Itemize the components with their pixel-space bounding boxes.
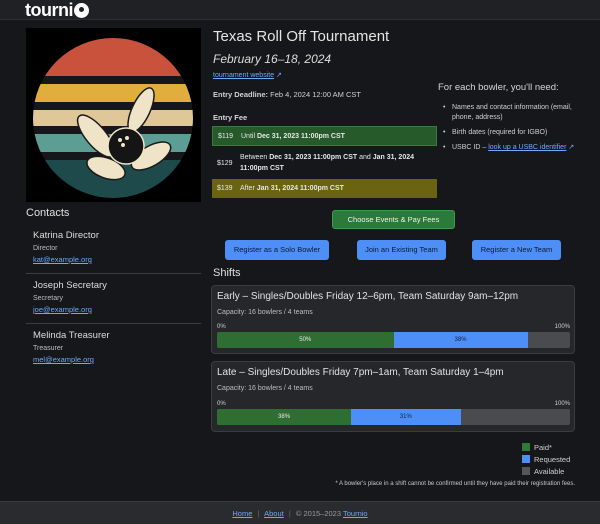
- legend-label: Available: [534, 466, 565, 476]
- shift-name: Early – Singles/Doubles Friday 12–6pm, T…: [217, 291, 519, 302]
- footer-brand-link[interactable]: Tournio: [343, 509, 368, 518]
- shifts-heading: Shifts: [213, 267, 241, 279]
- paid-swatch: [522, 443, 530, 451]
- fee-row-early: $119 Until Dec 31, 2023 11:00pm CST: [212, 126, 437, 146]
- progress-max-label: 100%: [554, 401, 570, 407]
- footer-separator: |: [288, 509, 291, 518]
- bowler-requirements: For each bowler, you'll need: Names and …: [438, 82, 583, 158]
- fee-row-late: $139 After Jan 31, 2024 11:00pm CST: [212, 179, 437, 198]
- brand-logo[interactable]: tourni: [25, 0, 89, 20]
- entry-deadline-label: Entry Deadline:: [213, 90, 269, 99]
- page-footer: Home | About | © 2015–2023 Tournio: [0, 501, 600, 524]
- contact-role: Secretary: [33, 295, 63, 302]
- contact-role: Director: [33, 245, 58, 252]
- footer-about-link[interactable]: About: [264, 509, 284, 518]
- requirements-list: Names and contact information (email, ph…: [438, 103, 583, 153]
- entry-deadline: Entry Deadline: Feb 4, 2024 12:00 AM CST: [213, 90, 361, 99]
- requested-segment: 31%: [351, 409, 461, 425]
- contact-card: Joseph Secretary Secretary joe@example.o…: [26, 280, 201, 314]
- fee-amount: $139: [217, 185, 233, 192]
- paid-segment: 50%: [217, 332, 394, 348]
- tournament-logo: [26, 28, 201, 202]
- external-link-icon: ↗: [568, 144, 575, 151]
- fee-when-prefix: After: [240, 185, 255, 192]
- contacts-heading: Contacts: [26, 207, 70, 219]
- fee-amount: $129: [217, 159, 233, 167]
- fee-when: Jan 31, 2024 11:00pm CST: [256, 185, 344, 192]
- register-solo-button[interactable]: Register as a Solo Bowler: [225, 240, 329, 260]
- contact-name: Joseph Secretary: [33, 280, 107, 291]
- tournament-title: Texas Roll Off Tournament: [213, 28, 390, 45]
- shift-progress-bar: 50% 38%: [217, 332, 570, 348]
- shift-capacity: Capacity: 16 bowlers / 4 teams: [217, 385, 313, 392]
- fee-row-regular: $129 Between Dec 31, 2023 11:00pm CST an…: [212, 148, 437, 178]
- choose-events-button[interactable]: Choose Events & Pay Fees: [332, 210, 455, 229]
- requested-swatch: [522, 455, 530, 463]
- legend-item-available: Available: [522, 465, 570, 477]
- legend-label: Requested: [534, 454, 571, 464]
- divider: [26, 323, 201, 324]
- shift-capacity: Capacity: 16 bowlers / 4 teams: [217, 309, 313, 316]
- fee-when: Dec 31, 2023 11:00pm CST: [269, 154, 358, 161]
- fee-when-prefix: Until: [241, 132, 256, 140]
- shift-legend: Paid* Requested Available: [522, 441, 570, 477]
- list-item: Names and contact information (email, ph…: [438, 103, 583, 123]
- contact-name: Melinda Treasurer: [33, 330, 110, 341]
- legend-label: Paid*: [534, 442, 552, 452]
- shift-card-late: Late – Singles/Doubles Friday 7pm–1am, T…: [211, 361, 575, 432]
- available-swatch: [522, 467, 530, 475]
- top-navbar: tourni: [0, 0, 600, 20]
- join-team-button[interactable]: Join an Existing Team: [357, 240, 446, 260]
- shift-card-early: Early – Singles/Doubles Friday 12–6pm, T…: [211, 285, 575, 354]
- list-item: USBC ID – look up a USBC identifier ↗: [438, 143, 583, 153]
- external-link-icon: ↗: [276, 72, 282, 79]
- requested-segment: 38%: [393, 332, 528, 348]
- requirements-heading: For each bowler, you'll need:: [438, 82, 559, 93]
- list-item: Birth dates (required for IGBO): [438, 128, 583, 138]
- legend-item-paid: Paid*: [522, 441, 570, 453]
- fee-and: and: [359, 154, 371, 161]
- fee-amount: $119: [218, 132, 234, 140]
- fee-when-prefix: Between: [240, 154, 268, 161]
- brand-logo-o-icon: [74, 3, 89, 18]
- progress-min-label: 0%: [217, 324, 226, 330]
- entry-deadline-value: Feb 4, 2024 12:00 AM CST: [270, 90, 361, 99]
- shift-progress-bar: 38% 31%: [217, 409, 570, 425]
- contact-email-link[interactable]: joe@example.org: [26, 305, 201, 314]
- paid-segment: 38%: [217, 409, 352, 425]
- payment-footnote: * A bowler's place in a shift cannot be …: [335, 481, 575, 487]
- contact-name: Katrina Director: [33, 230, 99, 241]
- contact-email-link[interactable]: mel@example.org: [26, 355, 201, 364]
- legend-item-requested: Requested: [522, 453, 570, 465]
- tournament-dates: February 16–18, 2024: [213, 52, 332, 66]
- usbc-lookup-link[interactable]: look up a USBC identifier: [488, 144, 566, 151]
- contact-card: Katrina Director Director kat@example.or…: [26, 230, 201, 264]
- website-link-wrap[interactable]: tournament website ↗: [213, 71, 282, 79]
- divider: [26, 273, 201, 274]
- entry-fee-label: Entry Fee: [213, 113, 248, 122]
- footer-home-link[interactable]: Home: [232, 509, 252, 518]
- contact-card: Melinda Treasurer Treasurer mel@example.…: [26, 330, 201, 364]
- footer-copyright: © 2015–2023: [295, 509, 342, 518]
- usbc-prefix: USBC ID –: [452, 144, 487, 151]
- progress-max-label: 100%: [554, 324, 570, 330]
- bowling-pins-icon: [33, 38, 193, 198]
- contact-email-link[interactable]: kat@example.org: [26, 255, 201, 264]
- tournament-website-link[interactable]: tournament website: [213, 72, 274, 79]
- register-team-button[interactable]: Register a New Team: [472, 240, 561, 260]
- progress-min-label: 0%: [217, 401, 226, 407]
- fee-when: Dec 31, 2023 11:00pm CST: [256, 132, 345, 140]
- shift-name: Late – Singles/Doubles Friday 7pm–1am, T…: [217, 367, 504, 378]
- footer-separator: |: [257, 509, 260, 518]
- contact-role: Treasurer: [33, 345, 64, 352]
